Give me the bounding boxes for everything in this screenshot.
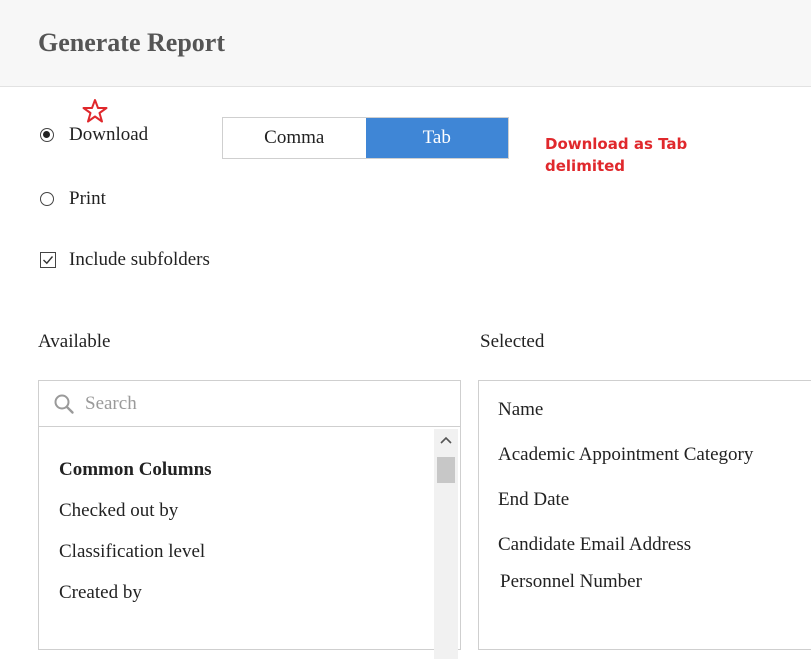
include-subfolders-option[interactable]: Include subfolders (40, 249, 210, 271)
comma-button[interactable]: Comma (223, 118, 366, 158)
download-label: Download (69, 124, 149, 145)
available-list: Common Columns Checked out by Classifica… (38, 380, 461, 659)
print-label: Print (69, 188, 106, 209)
list-item[interactable]: Name (498, 399, 543, 421)
delimiter-toggle: Comma Tab (222, 117, 509, 159)
list-item[interactable]: Personnel Number (500, 571, 642, 593)
search-input[interactable] (83, 391, 417, 416)
print-option[interactable]: Print (40, 188, 106, 210)
dialog-header: Generate Report (0, 0, 811, 87)
scrollbar[interactable] (434, 429, 458, 659)
chevron-up-icon (440, 436, 452, 444)
include-subfolders-label: Include subfolders (69, 249, 210, 270)
tab-button[interactable]: Tab (365, 118, 508, 158)
list-item[interactable]: Academic Appointment Category (498, 444, 753, 466)
download-option[interactable]: Download (40, 124, 148, 146)
list-item[interactable]: Classification level (59, 541, 205, 563)
list-item[interactable]: Candidate Email Address (498, 534, 691, 556)
search-icon (54, 394, 74, 414)
page-title: Generate Report (38, 28, 225, 57)
download-radio[interactable] (40, 128, 54, 142)
search-bar (39, 381, 460, 427)
annotation-note: Download as Tab delimited (545, 135, 688, 175)
include-subfolders-checkbox[interactable] (40, 252, 56, 268)
star-icon (82, 99, 108, 123)
list-item[interactable]: Created by (59, 582, 142, 604)
print-radio[interactable] (40, 192, 54, 206)
checkmark-icon (43, 256, 54, 265)
group-header-common-columns: Common Columns (59, 459, 212, 480)
selected-label: Selected (480, 331, 545, 352)
list-item[interactable]: Checked out by (59, 500, 178, 522)
list-item[interactable]: End Date (498, 489, 569, 511)
scroll-thumb[interactable] (437, 457, 455, 483)
available-label: Available (38, 331, 111, 352)
selected-list: Name Academic Appointment Category End D… (478, 380, 811, 650)
scroll-up-button[interactable] (434, 429, 458, 451)
